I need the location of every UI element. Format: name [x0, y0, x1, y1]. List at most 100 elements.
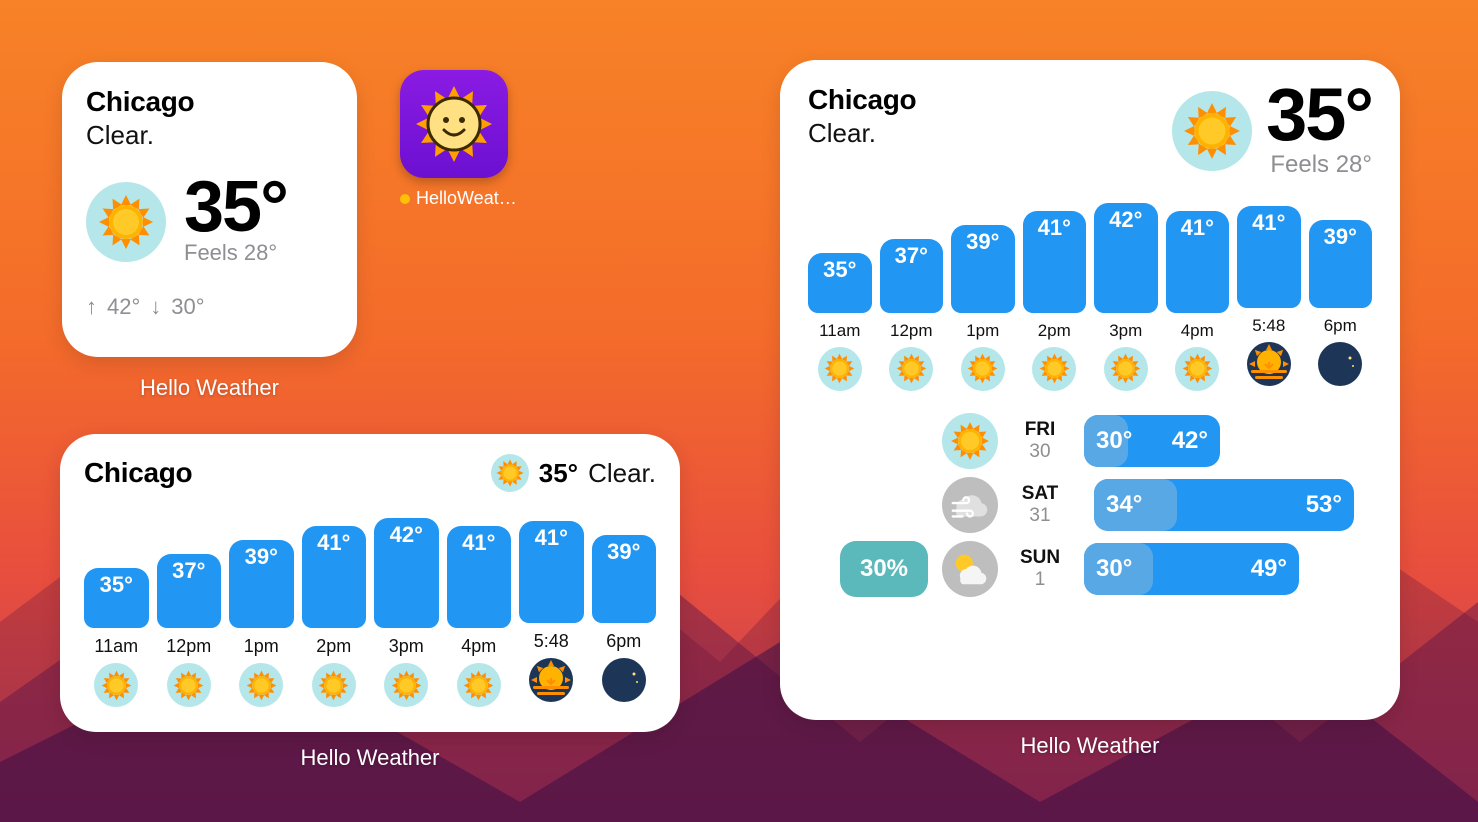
hourly-column: 41°2pm	[302, 526, 367, 707]
precip-badge: 30%	[840, 541, 928, 597]
sun-icon	[818, 347, 862, 391]
hourly-forecast: 35°11am37°12pm39°1pm41°2pm42°3pm41°4pm41…	[84, 518, 656, 707]
sun-icon	[1104, 347, 1148, 391]
temp-bar: 39°	[951, 225, 1015, 313]
temp-bar: 39°	[229, 540, 294, 628]
notification-dot-icon	[400, 194, 410, 204]
temp-bar: 41°	[302, 526, 367, 628]
high-value: 53°	[1306, 491, 1342, 519]
condition-label: Clear.	[86, 120, 333, 151]
wind-cloud-icon	[942, 477, 998, 533]
app-icon[interactable]: HelloWeat…	[400, 70, 517, 209]
sunset-icon	[529, 658, 573, 707]
app-icon-tile[interactable]	[400, 70, 508, 178]
temp-bar: 39°	[1309, 220, 1373, 308]
hourly-column: 41°4pm	[1166, 211, 1230, 391]
range-low-bar: 30°	[1084, 415, 1128, 467]
hour-label: 4pm	[1181, 321, 1214, 341]
hourly-column: 35° 11am	[84, 568, 149, 707]
sun-icon	[312, 663, 356, 707]
temp-bar: 41°	[1237, 206, 1301, 308]
temp-bar: 35°	[84, 568, 149, 628]
hour-label: 12pm	[166, 636, 211, 657]
high-low: ↑42° ↓30°	[86, 294, 333, 320]
temp-bar: 42°	[374, 518, 439, 628]
current-temp: 35°	[184, 177, 287, 238]
range-low-bar: 30°	[1084, 543, 1153, 595]
hour-label: 11am	[819, 321, 860, 341]
location-label: Chicago	[808, 84, 916, 116]
moon-icon	[602, 658, 646, 707]
hour-label: 6pm	[1324, 316, 1357, 336]
temp-bar: 37°	[880, 239, 944, 313]
moon-icon	[1318, 342, 1362, 391]
temp-bar: 41°	[1023, 211, 1087, 313]
temp-bar: 35°	[808, 253, 872, 313]
high-temp: 42°	[107, 294, 140, 320]
widget-caption: Hello Weather	[62, 375, 357, 401]
partly-cloudy-icon	[942, 541, 998, 597]
hour-label: 5:48	[534, 631, 569, 652]
temp-bar: 39°	[592, 535, 657, 623]
current-temp: 35°	[539, 458, 578, 489]
daily-row: SAT31 53° 34°	[808, 477, 1372, 533]
sun-icon	[942, 413, 998, 469]
condition-label: Clear.	[588, 458, 656, 489]
hourly-column: 42°3pm	[374, 518, 439, 707]
temp-bar: 41°	[519, 521, 584, 623]
weather-widget-small[interactable]: Chicago Clear. 35° Feels 28° ↑42° ↓30°	[62, 62, 357, 357]
day-of-month: 1	[1012, 569, 1068, 591]
hourly-column: 41°4pm	[447, 526, 512, 707]
low-value: 30°	[1096, 427, 1132, 455]
hourly-forecast: 35°11am37°12pm39°1pm41°2pm42°3pm41°4pm41…	[808, 203, 1372, 391]
widget-caption: Hello Weather	[780, 733, 1400, 759]
sun-icon	[1172, 91, 1252, 171]
temp-bar: 37°	[157, 554, 222, 628]
app-name: HelloWeat…	[416, 188, 517, 209]
sun-icon	[384, 663, 428, 707]
day-of-week: SAT	[1012, 483, 1068, 505]
current-temp: 35°	[1266, 84, 1372, 147]
low-temp: 30°	[171, 294, 204, 320]
temp-bar: 42°	[1094, 203, 1158, 313]
sun-icon	[167, 663, 211, 707]
temp-bar: 41°	[447, 526, 512, 628]
hour-label: 3pm	[1109, 321, 1142, 341]
arrow-down-icon: ↓	[150, 294, 161, 320]
location-label: Chicago	[86, 86, 333, 118]
sun-icon	[1032, 347, 1076, 391]
hour-label: 5:48	[1252, 316, 1285, 336]
sun-icon	[889, 347, 933, 391]
temp-bar: 41°	[1166, 211, 1230, 313]
day-of-month: 30	[1012, 441, 1068, 463]
hourly-column: 42°3pm	[1094, 203, 1158, 391]
hourly-column: 39°6pm	[592, 535, 657, 707]
day-of-month: 31	[1012, 505, 1068, 527]
feels-like: Feels 28°	[184, 240, 287, 266]
hour-label: 2pm	[1038, 321, 1071, 341]
widget-caption: Hello Weather	[60, 745, 680, 771]
hour-label: 4pm	[461, 636, 496, 657]
daily-forecast: FRI3042°30°SAT3153°34°30%SUN149°30°	[808, 413, 1372, 597]
hour-label: 1pm	[244, 636, 279, 657]
hour-label: 2pm	[316, 636, 351, 657]
temp-range: 42° 30°	[1084, 415, 1364, 467]
hourly-column: 37°12pm	[880, 239, 944, 391]
location-label: Chicago	[84, 457, 192, 489]
day-of-week: SUN	[1012, 547, 1068, 569]
hour-label: 11am	[94, 636, 138, 657]
high-value: 49°	[1251, 555, 1287, 583]
high-value: 42°	[1172, 427, 1208, 455]
hourly-column: 41°2pm	[1023, 211, 1087, 391]
weather-widget-large[interactable]: Chicago Clear. 35° Feels 28° 35°11am37°1…	[780, 60, 1400, 720]
low-value: 30°	[1096, 555, 1132, 583]
weather-widget-medium[interactable]: Chicago 35° Clear. 35° 11am 37° 12pm 39° 1pm 4…	[60, 434, 680, 732]
hourly-column: 35° 11am	[808, 253, 872, 391]
low-value: 34°	[1106, 491, 1142, 519]
sun-icon	[457, 663, 501, 707]
condition-label: Clear.	[808, 118, 916, 149]
hourly-column: 41° 5:48	[519, 521, 584, 707]
sun-icon	[86, 182, 166, 262]
sunset-icon	[1247, 342, 1291, 391]
temp-range: 49° 30°	[1084, 543, 1364, 595]
